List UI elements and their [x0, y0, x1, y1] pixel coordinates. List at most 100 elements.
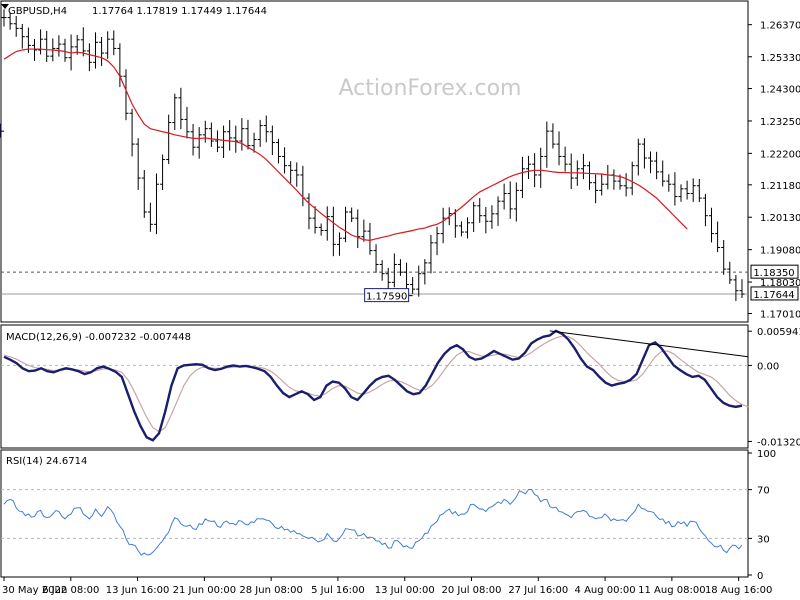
time-tick-label: 21 Jun 00:00 — [173, 585, 237, 596]
time-tick-label: 11 Aug 08:00 — [638, 585, 705, 596]
price-bar — [721, 240, 727, 275]
price-bar — [178, 87, 184, 130]
price-bar — [147, 202, 153, 232]
rsi-tick-label: 0 — [757, 571, 763, 582]
price-bar — [214, 130, 220, 153]
price-bar — [269, 125, 275, 156]
macd-trendline-path — [549, 330, 749, 358]
time-tick-label: 6 Jun 08:00 — [42, 585, 99, 596]
price-bar — [727, 261, 733, 284]
price-bar — [239, 118, 245, 151]
price-bar — [568, 153, 574, 189]
price-bar — [611, 169, 617, 190]
price-bar — [288, 161, 294, 184]
chart-header: GBPUSD,H4 1.17764 1.17819 1.17449 1.1764… — [1, 4, 267, 17]
price-bar — [587, 161, 593, 190]
price-bar — [629, 161, 635, 196]
price-bar — [660, 160, 666, 187]
time-tick-label: 27 Jul 16:00 — [508, 585, 568, 596]
price-bar — [483, 206, 489, 234]
price-bar — [111, 30, 117, 56]
price-bar — [233, 125, 239, 153]
price-annotation: 1.17590 — [364, 288, 413, 303]
macd-tick-label: 0.005941 — [757, 327, 800, 338]
price-bar — [434, 226, 440, 256]
price-bar — [129, 108, 135, 157]
time-axis: 30 May 20226 Jun 08:00 13 Jun 16:00 21 Jun… — [2, 577, 772, 596]
price-bar — [495, 196, 501, 226]
price-bar — [367, 222, 373, 255]
macd-axis: 0.005941 0.00 -0.013207 — [748, 327, 800, 448]
price-bar — [306, 193, 312, 230]
rsi-tick-label: 70 — [757, 486, 770, 497]
price-bar — [458, 221, 464, 237]
price-bar — [410, 277, 416, 294]
price-bar — [391, 253, 397, 288]
price-bar — [605, 164, 611, 190]
rsi-tick-label: 100 — [757, 449, 776, 460]
price-bar — [519, 156, 525, 198]
price-bar — [373, 244, 379, 273]
price-bar — [641, 138, 647, 169]
chart-canvas: ActionForex.com GBPUSD,H4 1.17764 1.1781… — [0, 0, 800, 596]
price-bar — [245, 119, 251, 150]
time-tick-label: 13 Jun 16:00 — [106, 585, 170, 596]
price-bar — [428, 234, 434, 274]
price-bar — [38, 29, 44, 55]
macd-tick-label: 0.00 — [757, 361, 779, 372]
price-bar — [208, 122, 214, 147]
rsi-title-text: RSI(14) 24.6714 — [6, 456, 87, 467]
price-tick-label: 1.26370 — [760, 21, 800, 32]
price-bar — [709, 207, 715, 243]
price-bar — [666, 174, 672, 192]
macd-panel-frame — [0, 324, 749, 449]
price-bar — [160, 154, 166, 190]
price-bar — [336, 232, 342, 256]
price-bar — [507, 181, 513, 219]
watermark-text: ActionForex.com — [339, 76, 522, 101]
price-bar — [172, 93, 178, 131]
price-bar — [99, 36, 105, 66]
price-bar — [672, 172, 678, 206]
price-bar — [343, 206, 349, 243]
price-bars — [1, 9, 745, 302]
price-bar — [80, 27, 86, 57]
rsi-level-lines — [1, 489, 748, 539]
price-bar — [733, 275, 739, 302]
price-tick-label: 1.19080 — [760, 246, 800, 257]
price-bar — [355, 209, 361, 249]
price-bar — [227, 120, 233, 151]
price-bar — [31, 39, 37, 61]
time-tick-label: 28 Jun 08:00 — [239, 585, 303, 596]
price-bar — [404, 262, 410, 290]
price-bar — [702, 193, 708, 227]
price-bar — [648, 151, 654, 174]
price-bar — [330, 206, 336, 257]
price-level-tag-text: 1.17644 — [753, 290, 794, 301]
time-tick-label: 13 Jul 00:00 — [375, 585, 435, 596]
price-bar — [550, 123, 556, 149]
price-bar — [56, 35, 62, 57]
rsi-line-path — [3, 488, 743, 556]
price-annotations: 1.229201.17590 — [0, 123, 413, 303]
price-panel-frame — [0, 0, 749, 323]
price-tick-label: 1.18030 — [760, 278, 800, 289]
price-bar — [513, 182, 519, 222]
time-tick-label: 4 Aug 00:00 — [575, 585, 636, 596]
price-bar — [593, 174, 599, 204]
price-bar — [379, 260, 385, 281]
price-bar — [92, 32, 98, 69]
price-bar — [471, 201, 477, 233]
price-bar — [715, 221, 721, 253]
price-bar — [538, 147, 544, 188]
price-bar — [257, 119, 263, 147]
price-bar — [623, 173, 629, 197]
price-bar — [385, 267, 391, 289]
price-bar — [13, 15, 19, 37]
rsi-tick-label: 30 — [757, 534, 770, 545]
macd-signal-path — [3, 335, 749, 433]
price-annotation-text: 1.17590 — [366, 292, 407, 303]
price-bar — [465, 217, 471, 239]
ohlc-values: 1.17764 1.17819 1.17449 1.17644 — [92, 6, 267, 17]
macd-tick-label: -0.013207 — [757, 437, 800, 448]
